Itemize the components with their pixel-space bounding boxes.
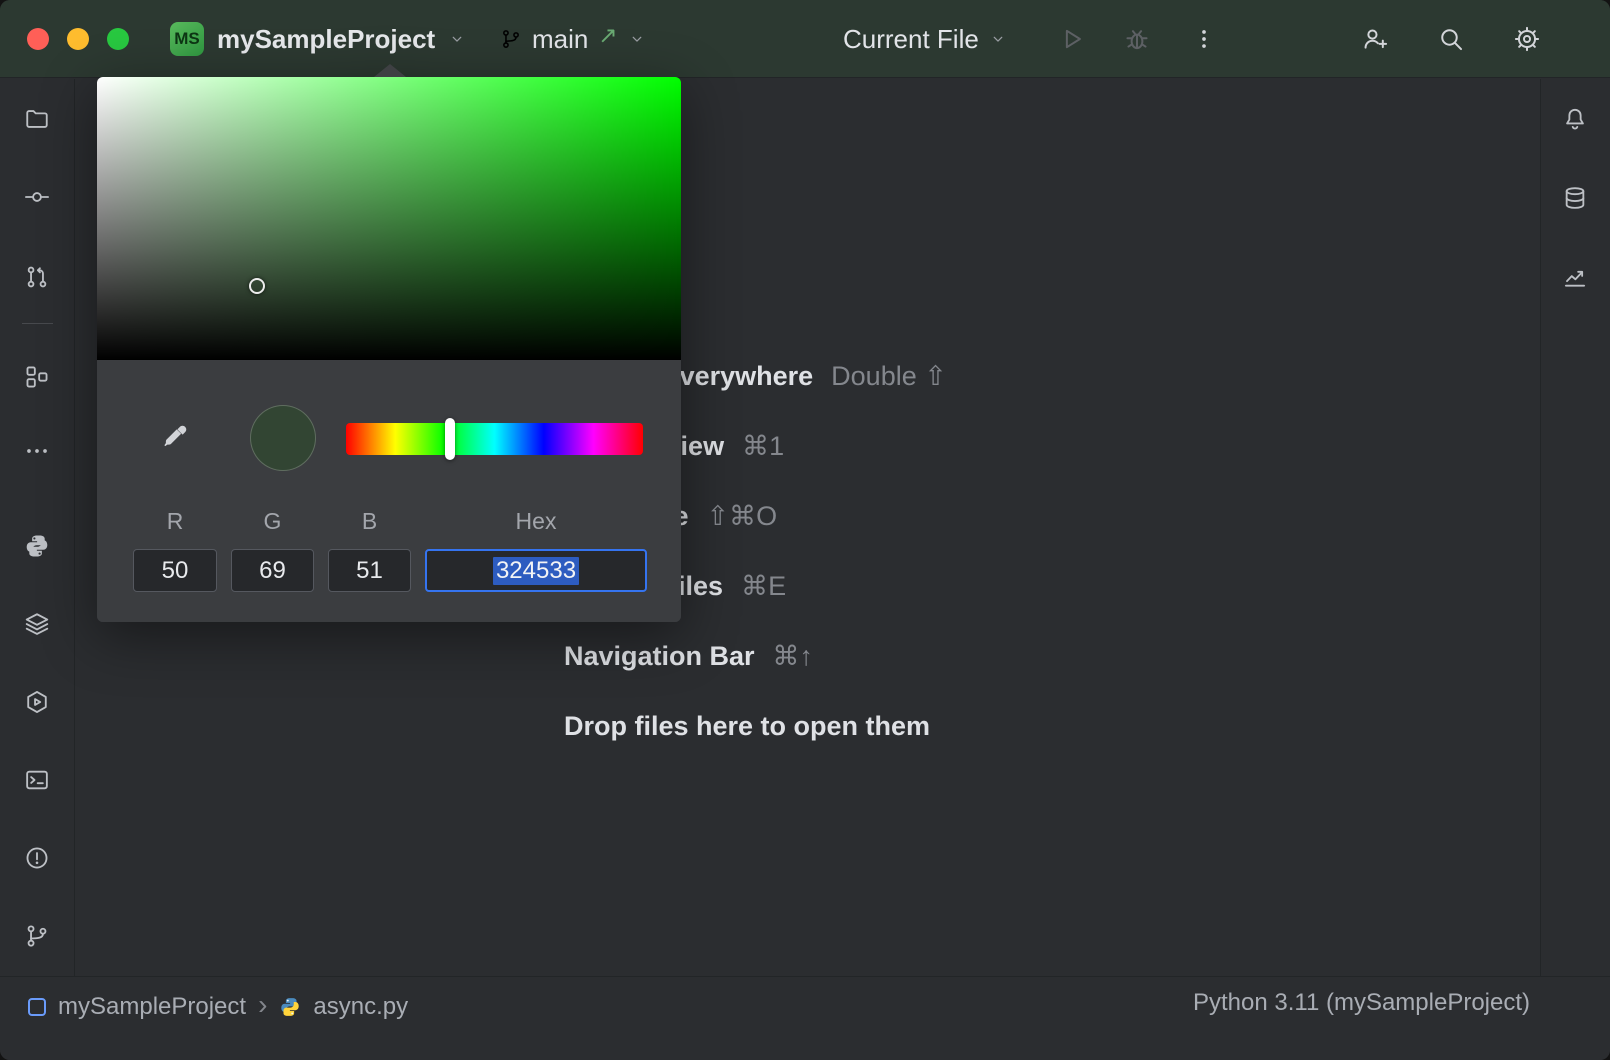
git-branch-icon — [24, 923, 50, 949]
zoom-window-button[interactable] — [107, 28, 129, 50]
layers-icon — [24, 611, 50, 637]
saturation-cursor[interactable] — [249, 278, 265, 294]
database-icon — [1562, 185, 1588, 211]
red-field: R — [133, 506, 217, 592]
chevron-down-icon — [628, 30, 646, 48]
add-user-icon — [1361, 25, 1389, 53]
color-picker-popup: R G B Hex 324533 — [97, 77, 681, 622]
python-file-icon — [279, 996, 301, 1018]
bell-icon — [1562, 106, 1588, 132]
close-window-button[interactable] — [27, 28, 49, 50]
color-value-fields: R G B Hex 324533 — [133, 506, 647, 592]
hex-input[interactable]: 324533 — [425, 549, 647, 592]
hue-slider[interactable] — [346, 423, 643, 455]
gear-icon — [1513, 25, 1541, 53]
stripe-divider — [22, 323, 53, 324]
chevron-down-icon — [989, 30, 1007, 48]
saturation-brightness-panel[interactable] — [97, 77, 681, 360]
hue-slider-handle[interactable] — [445, 418, 455, 460]
drop-files-hint: Drop files here to open them — [564, 691, 947, 761]
debug-button[interactable] — [1114, 16, 1160, 62]
services-tool-button[interactable] — [15, 602, 59, 646]
breadcrumb-project[interactable]: mySampleProject — [58, 993, 246, 1021]
titlebar: MS mySampleProject main ↗ Current File — [0, 0, 1610, 78]
hex-field: Hex 324533 — [425, 506, 647, 592]
python-icon — [24, 533, 50, 559]
minimize-window-button[interactable] — [67, 28, 89, 50]
problems-tool-button[interactable] — [15, 836, 59, 880]
project-tool-button[interactable] — [15, 97, 59, 141]
project-widget[interactable]: MS mySampleProject — [170, 0, 466, 78]
branch-name: main — [532, 24, 588, 55]
terminal-icon — [24, 767, 50, 793]
python-packages-tool-button[interactable] — [15, 524, 59, 568]
green-input[interactable] — [231, 549, 314, 592]
branch-widget[interactable]: main ↗ — [500, 0, 646, 78]
notifications-tool-button[interactable] — [1553, 97, 1597, 141]
popup-arrow — [374, 64, 406, 77]
search-icon — [1437, 25, 1465, 53]
bug-icon — [1123, 25, 1151, 53]
code-with-me-button[interactable] — [1352, 16, 1398, 62]
blue-field: B — [328, 506, 411, 592]
right-tool-stripe — [1540, 79, 1610, 976]
structure-icon — [24, 364, 50, 390]
pull-requests-tool-button[interactable] — [15, 255, 59, 299]
chart-tool-button[interactable] — [1553, 255, 1597, 299]
green-label: G — [231, 506, 314, 540]
settings-button[interactable] — [1504, 16, 1550, 62]
project-badge-icon: MS — [170, 22, 204, 56]
blue-input[interactable] — [328, 549, 411, 592]
terminal-tool-button[interactable] — [15, 758, 59, 802]
commit-icon — [24, 184, 50, 210]
interpreter-widget[interactable]: Python 3.11 (mySampleProject) — [1193, 989, 1530, 1017]
chevron-right-icon: › — [258, 991, 267, 1019]
database-tool-button[interactable] — [1553, 176, 1597, 220]
window-controls — [27, 0, 129, 78]
breadcrumb-file[interactable]: async.py — [313, 993, 408, 1021]
eyedropper-button[interactable] — [149, 411, 201, 463]
git-branch-icon — [500, 28, 522, 50]
color-preview-swatch — [250, 405, 316, 471]
statusbar: mySampleProject › async.py Python 3.11 (… — [0, 976, 1610, 1060]
red-input[interactable] — [133, 549, 217, 592]
hexagon-play-icon — [24, 689, 50, 715]
project-name: mySampleProject — [217, 24, 435, 55]
folder-icon — [24, 106, 50, 132]
run-button[interactable] — [1049, 16, 1095, 62]
pull-requests-icon — [24, 264, 50, 290]
hex-label: Hex — [425, 506, 647, 540]
ide-window: MS mySampleProject main ↗ Current File — [0, 0, 1610, 1060]
play-icon — [1058, 25, 1086, 53]
red-label: R — [133, 506, 217, 540]
more-actions-button[interactable] — [1181, 16, 1227, 62]
more-tool-windows-button[interactable] — [15, 429, 59, 473]
commit-tool-button[interactable] — [15, 175, 59, 219]
version-control-tool-button[interactable] — [15, 914, 59, 958]
search-everywhere-button[interactable] — [1428, 16, 1474, 62]
structure-tool-button[interactable] — [15, 355, 59, 399]
run-configuration-selector[interactable]: Current File — [843, 0, 1007, 78]
green-field: G — [231, 506, 314, 592]
blue-label: B — [328, 506, 411, 540]
kebab-menu-icon — [1191, 26, 1217, 52]
incoming-commits-arrow-icon: ↗ — [598, 22, 617, 49]
tip-navigation-bar: Navigation Bar ⌘↑ — [564, 621, 947, 691]
project-icon — [28, 998, 46, 1016]
more-icon — [24, 438, 50, 464]
color-picker-controls: R G B Hex 324533 — [97, 360, 681, 622]
run-configuration-label: Current File — [843, 24, 979, 55]
chevron-down-icon — [448, 30, 466, 48]
hex-selected-text: 324533 — [493, 557, 579, 585]
eyedropper-icon — [160, 422, 190, 452]
chart-icon — [1562, 264, 1588, 290]
breadcrumb: mySampleProject › async.py — [28, 989, 408, 1025]
problems-icon — [24, 845, 50, 871]
run-tool-button[interactable] — [15, 680, 59, 724]
left-tool-stripe — [0, 79, 75, 976]
